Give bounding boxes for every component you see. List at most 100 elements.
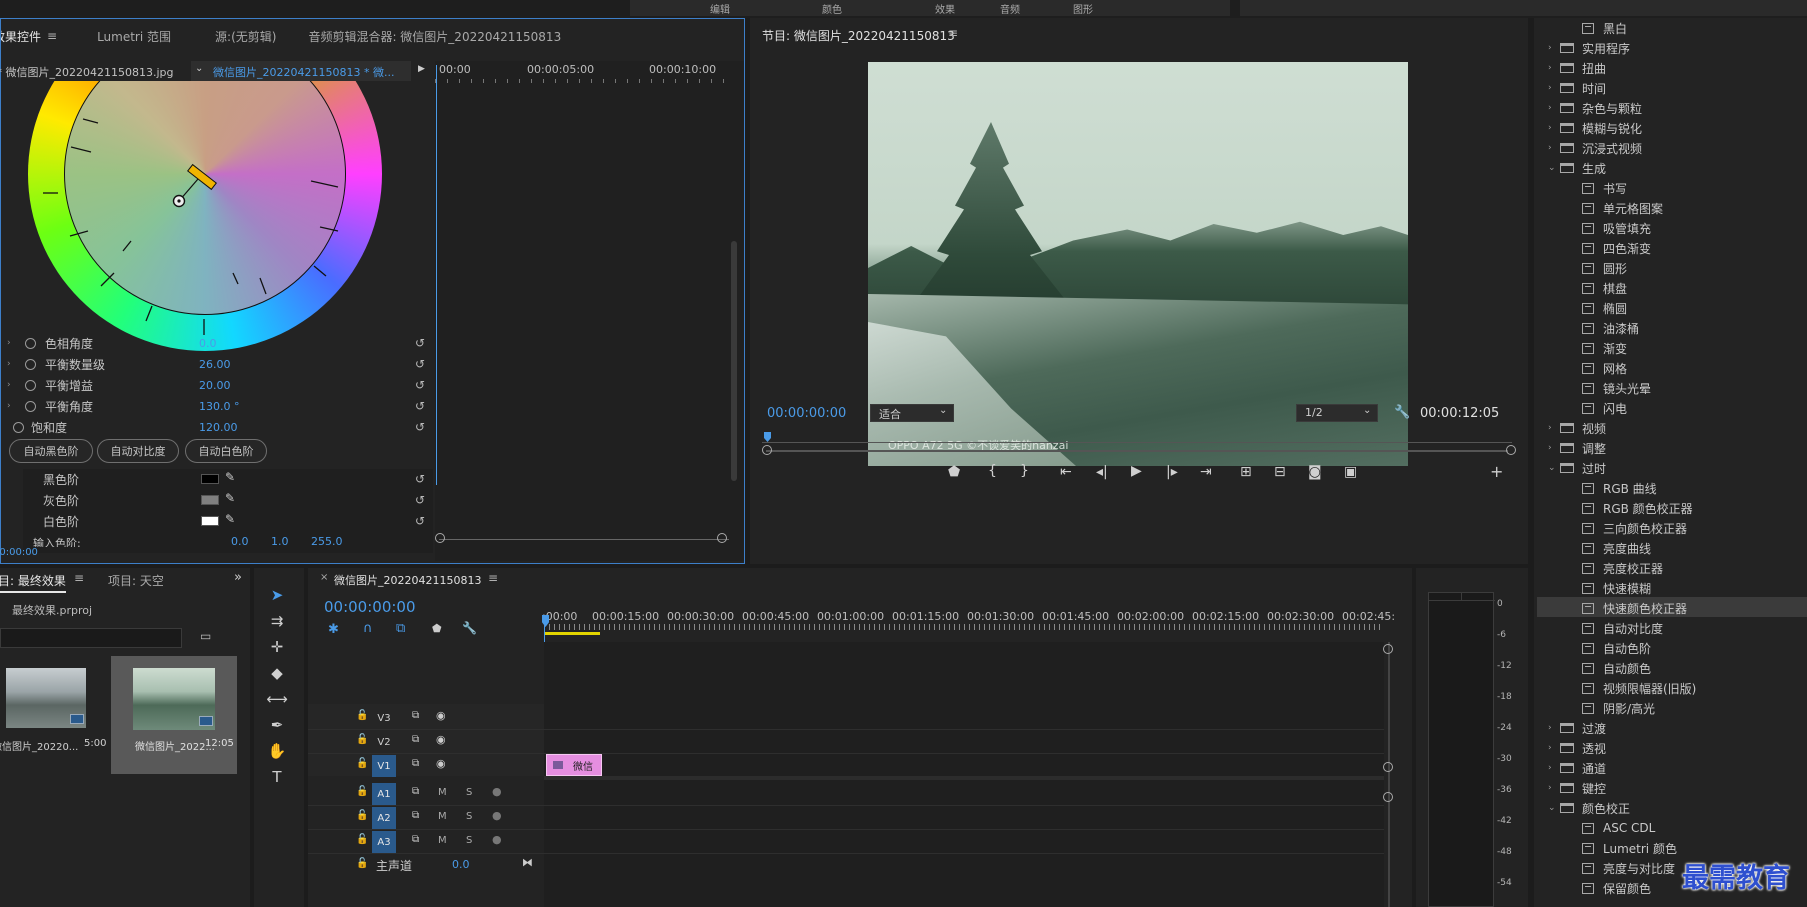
effects-item[interactable]: RGB 曲线 (1582, 478, 1657, 498)
new-bin-icon[interactable]: ▭ (200, 629, 211, 643)
solo-button[interactable]: S (466, 787, 472, 798)
menu-item[interactable]: 颜色 (822, 1, 842, 16)
camera-icon[interactable]: ◙ (1308, 464, 1322, 480)
chevron-right-icon[interactable]: › (1548, 443, 1560, 453)
effects-item[interactable]: ASC CDL (1582, 818, 1655, 838)
reset-icon[interactable]: ↺ (415, 336, 425, 350)
effects-item[interactable]: 单元格图案 (1582, 198, 1663, 218)
mark-out-icon[interactable]: } (1020, 463, 1029, 479)
solo-button[interactable]: S (466, 811, 472, 822)
sync-lock-icon[interactable]: ⧉ (412, 758, 419, 769)
overflow-chevron-icon[interactable]: » (234, 570, 242, 585)
effects-item[interactable]: 书写 (1582, 178, 1627, 198)
track-target-a3[interactable]: A3 (372, 831, 396, 853)
property-value[interactable]: 120.00 (199, 421, 238, 434)
property-value[interactable]: 20.00 (199, 379, 231, 392)
program-scrub-ruler[interactable] (762, 432, 1512, 448)
go-to-in-icon[interactable]: ⇤ (1060, 464, 1072, 480)
effects-folder[interactable]: › 透视 (1548, 738, 1606, 758)
timeline-clip[interactable]: 微信 (546, 754, 602, 776)
program-zoom-bar[interactable] (766, 450, 1508, 452)
track-target-v3[interactable]: V3 (372, 707, 396, 729)
effects-folder[interactable]: › 键控 (1548, 778, 1606, 798)
auto-contrast-button[interactable]: 自动对比度 (97, 439, 179, 463)
stopwatch-icon[interactable] (25, 400, 36, 412)
expand-chevron-icon[interactable]: › (7, 401, 11, 411)
go-to-edit-icon[interactable]: ⧓ (522, 856, 533, 869)
eye-icon[interactable]: ◉ (436, 757, 446, 770)
compare-view-icon[interactable]: ▣ (1344, 464, 1357, 480)
effects-item[interactable]: RGB 颜色校正器 (1582, 498, 1693, 518)
solo-button[interactable]: S (466, 835, 472, 846)
extract-icon[interactable]: ⊟ (1274, 464, 1286, 480)
effects-item[interactable]: 保留颜色 (1582, 878, 1651, 898)
stopwatch-icon[interactable] (25, 358, 36, 370)
expand-chevron-icon[interactable]: › (7, 338, 11, 348)
eyedropper-icon[interactable]: ✎ (225, 491, 235, 505)
zoom-handle-left[interactable] (762, 445, 772, 455)
input-level-gamma[interactable]: 1.0 (271, 535, 289, 547)
pen-tool-icon[interactable]: ✒ (266, 714, 288, 736)
effects-item[interactable]: 四色渐变 (1582, 238, 1651, 258)
type-tool-icon[interactable]: T (266, 766, 288, 788)
lock-icon[interactable]: 🔓 (356, 710, 368, 721)
effects-item[interactable]: 视频限幅器(旧版) (1582, 678, 1696, 698)
chevron-right-icon[interactable]: › (1548, 743, 1560, 753)
add-button-icon[interactable]: + (1490, 462, 1503, 481)
effects-item[interactable]: 网格 (1582, 358, 1627, 378)
auto-white-level-button[interactable]: 自动白色阶 (185, 439, 267, 463)
menu-item[interactable]: 效果 (935, 1, 955, 16)
black-level-swatch[interactable] (201, 474, 219, 484)
project-item[interactable]: 微信图片_2022... 12:05 (111, 656, 237, 774)
effects-folder[interactable]: › 扭曲 (1548, 58, 1606, 78)
reset-icon[interactable]: ↺ (415, 378, 425, 392)
play-icon[interactable]: ▶ (1131, 463, 1142, 479)
zoom-handle-right[interactable] (1506, 445, 1516, 455)
sync-lock-icon[interactable]: ⧉ (412, 734, 419, 745)
effects-folder[interactable]: ⌄ 过时 (1548, 458, 1606, 478)
effects-folder[interactable]: ⌄ 生成 (1548, 158, 1606, 178)
chevron-right-icon[interactable]: › (1548, 143, 1560, 153)
tab-project-final[interactable]: 项目: 最终效果 (0, 572, 66, 593)
panel-menu-icon[interactable]: ≡ (948, 26, 958, 40)
effects-folder[interactable]: › 时间 (1548, 78, 1606, 98)
expand-chevron-icon[interactable]: › (7, 380, 11, 390)
effects-folder[interactable]: ⌄ 颜色校正 (1548, 798, 1630, 818)
reset-icon[interactable]: ↺ (415, 493, 425, 507)
effects-folder[interactable]: › 过渡 (1548, 718, 1606, 738)
effects-item[interactable]: 黑白 (1582, 18, 1627, 38)
close-icon[interactable]: × (320, 572, 328, 583)
master-track-value[interactable]: 0.0 (452, 858, 470, 871)
program-playhead[interactable] (764, 432, 771, 442)
input-level-black[interactable]: 0.0 (231, 535, 249, 547)
effects-folder[interactable]: › 实用程序 (1548, 38, 1630, 58)
chevron-right-icon[interactable]: › (1548, 423, 1560, 433)
menu-item[interactable]: 编辑 (710, 1, 730, 16)
microphone-icon[interactable]: ● (492, 809, 502, 822)
color-wheel[interactable] (28, 81, 382, 351)
effects-item[interactable]: 快速颜色校正器 (1582, 598, 1687, 618)
panel-menu-icon[interactable]: ≡ (47, 29, 57, 43)
chevron-right-icon[interactable]: › (1548, 63, 1560, 73)
nest-toggle-icon[interactable]: ✱ (328, 622, 339, 637)
effects-item[interactable]: 快速模糊 (1582, 578, 1651, 598)
menu-item[interactable]: 图形 (1073, 1, 1093, 16)
ripple-edit-tool-icon[interactable]: ✛ (266, 636, 288, 658)
scroll-handle-mid[interactable] (1383, 762, 1393, 772)
tab-source[interactable]: 源:(无剪辑) (201, 28, 290, 45)
eye-icon[interactable]: ◉ (436, 709, 446, 722)
effects-item[interactable]: Lumetri 颜色 (1582, 838, 1677, 858)
effects-folder[interactable]: › 模糊与锐化 (1548, 118, 1642, 138)
timeline-vertical-scrollbar[interactable] (1388, 642, 1390, 907)
chevron-right-icon[interactable]: › (1548, 103, 1560, 113)
expand-chevron-icon[interactable]: › (7, 359, 11, 369)
effects-item[interactable]: 三向颜色校正器 (1582, 518, 1687, 538)
gray-level-swatch[interactable] (201, 495, 219, 505)
effects-folder[interactable]: › 通道 (1548, 758, 1606, 778)
effects-item[interactable]: 渐变 (1582, 338, 1627, 358)
stopwatch-icon[interactable] (25, 337, 36, 349)
tab-project-sky[interactable]: 项目: 天空 (108, 572, 164, 589)
effects-item[interactable]: 镜头光晕 (1582, 378, 1651, 398)
effects-item[interactable]: 阴影/高光 (1582, 698, 1655, 718)
add-marker-icon[interactable]: ⬟ (432, 622, 442, 635)
